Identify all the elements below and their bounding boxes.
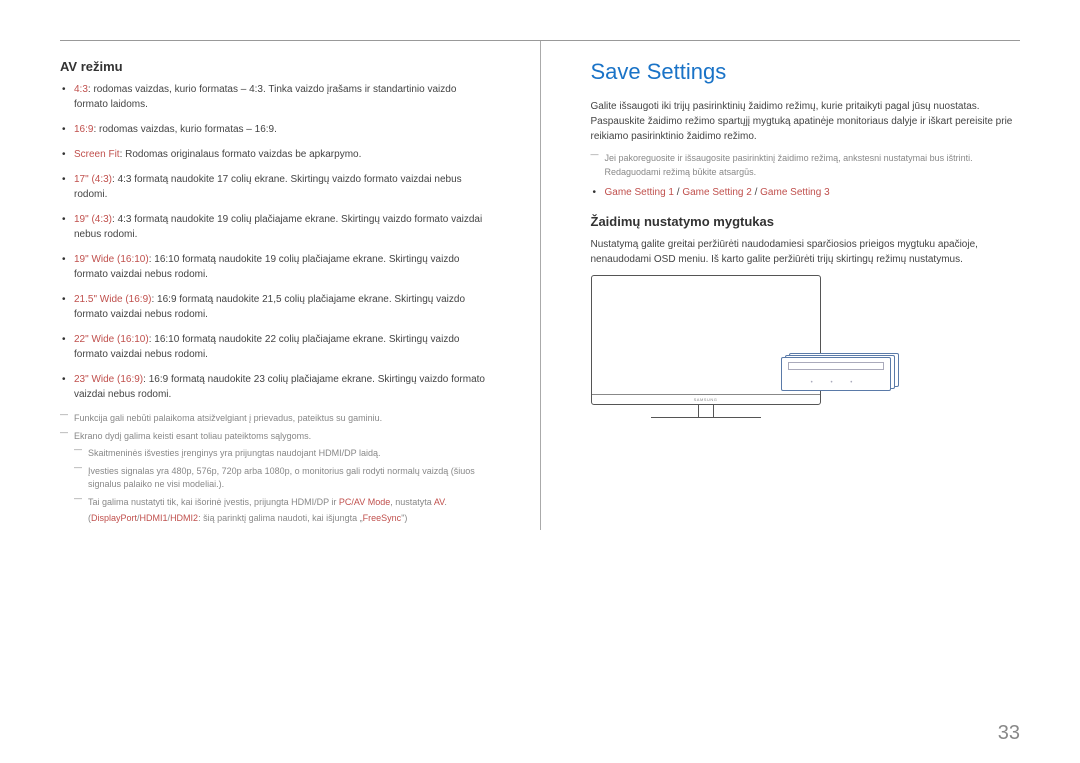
osd-popup-icon: • • •: [781, 353, 901, 391]
save-settings-desc: Galite išsaugoti iki trijų pasirinktinių…: [591, 99, 1021, 144]
list-item: 16:9: rodomas vaizdas, kurio formatas – …: [74, 122, 490, 137]
list-item: 17" (4:3): 4:3 formatą naudokite 17 coli…: [74, 172, 490, 202]
note-item: Funkcija gali nebūti palaikoma atsižvelg…: [74, 412, 490, 426]
av-mode-list: 4:3: rodomas vaizdas, kurio formatas – 4…: [60, 82, 490, 402]
subnote-item: Tai galima nustatyti tik, kai išorinė įv…: [88, 496, 490, 526]
save-settings-note: Jei pakoreguosite ir išsaugosite pasirin…: [591, 152, 1021, 179]
game-button-heading: Žaidimų nustatymo mygtukas: [591, 214, 1021, 229]
page-number: 33: [998, 722, 1020, 745]
list-item: 4:3: rodomas vaizdas, kurio formatas – 4…: [74, 82, 490, 112]
subnote-item: Įvesties signalas yra 480p, 576p, 720p a…: [88, 465, 490, 492]
av-mode-heading: AV režimu: [60, 59, 490, 74]
note-item: Ekrano dydį galima keisti esant toliau p…: [74, 430, 490, 526]
note-item: Jei pakoreguosite ir išsaugosite pasirin…: [605, 152, 1021, 179]
notes-list: Funkcija gali nebūti palaikoma atsižvelg…: [60, 412, 490, 526]
game-settings-list: Game Setting 1 / Game Setting 2 / Game S…: [591, 185, 1021, 200]
list-item: Game Setting 1 / Game Setting 2 / Game S…: [605, 185, 1021, 200]
subnote-item: Skaitmeninės išvesties įrenginys yra pri…: [88, 447, 490, 461]
monitor-illustration: SAMSUNG • • •: [591, 275, 901, 435]
list-item: 22" Wide (16:10): 16:10 formatą naudokit…: [74, 332, 490, 362]
list-item: 19" (4:3): 4:3 formatą naudokite 19 coli…: [74, 212, 490, 242]
list-item: 21.5" Wide (16:9): 16:9 formatą naudokit…: [74, 292, 490, 322]
column-divider: [540, 41, 541, 530]
list-item: Screen Fit: Rodomas originalaus formato …: [74, 147, 490, 162]
list-item: 19" Wide (16:10): 16:10 formatą naudokit…: [74, 252, 490, 282]
game-button-desc: Nustatymą galite greitai peržiūrėti naud…: [591, 237, 1021, 267]
list-item: 23" Wide (16:9): 16:9 formatą naudokite …: [74, 372, 490, 402]
left-column: AV režimu 4:3: rodomas vaizdas, kurio fo…: [60, 59, 490, 530]
save-settings-title: Save Settings: [591, 59, 1021, 85]
subnote-ports: (DisplayPort/HDMI1/HDMI2: šią parinktį g…: [88, 512, 490, 526]
right-column: Save Settings Galite išsaugoti iki trijų…: [591, 59, 1021, 530]
subnotes-list: Skaitmeninės išvesties įrenginys yra pri…: [74, 447, 490, 526]
